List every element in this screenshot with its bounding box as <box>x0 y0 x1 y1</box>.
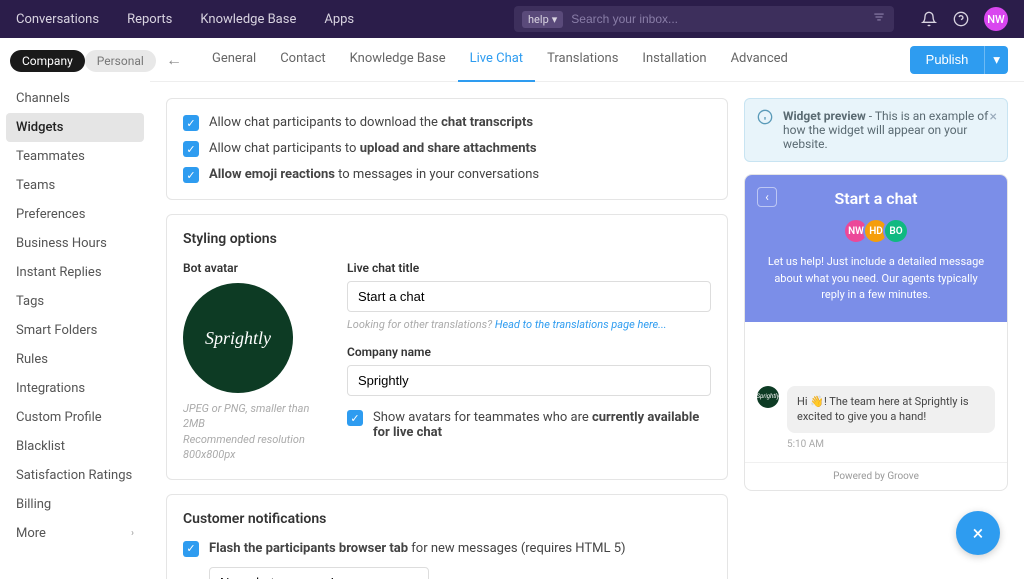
sidebar: Company Personal ChannelsWidgetsTeammate… <box>0 38 150 579</box>
checkbox[interactable]: ✓ <box>183 115 199 131</box>
help-icon[interactable] <box>952 10 970 28</box>
search-bar[interactable]: help ▾ <box>514 6 894 32</box>
sidebar-item-satisfaction-ratings[interactable]: Satisfaction Ratings <box>6 461 144 490</box>
sidebar-item-smart-folders[interactable]: Smart Folders <box>6 316 144 345</box>
tab-contact[interactable]: Contact <box>268 38 337 82</box>
sidebar-item-blacklist[interactable]: Blacklist <box>6 432 144 461</box>
publish-group: Publish ▾ <box>910 46 1008 74</box>
message-bubble: Hi 👋! The team here at Sprightly is exci… <box>787 386 995 433</box>
sidebar-item-more[interactable]: More› <box>6 519 144 548</box>
check-show-avatars: ✓ Show avatars for teammates who are cur… <box>347 410 711 440</box>
sidebar-item-channels[interactable]: Channels <box>6 84 144 113</box>
chat-options-card: ✓ Allow chat participants to download th… <box>166 98 728 200</box>
nav-knowledge-base[interactable]: Knowledge Base <box>200 12 296 27</box>
preview-notice: Widget preview - This is an example of h… <box>744 98 1008 162</box>
tab-general[interactable]: General <box>200 38 268 82</box>
checkbox[interactable]: ✓ <box>183 167 199 183</box>
sidebar-item-instant-replies[interactable]: Instant Replies <box>6 258 144 287</box>
bell-icon[interactable] <box>920 10 938 28</box>
filter-icon[interactable] <box>872 10 886 28</box>
bot-avatar-image[interactable]: Sprightly <box>183 283 293 393</box>
pill-personal[interactable]: Personal <box>85 50 156 72</box>
tab-knowledge-base[interactable]: Knowledge Base <box>338 38 458 82</box>
widget-back-button[interactable]: ‹ <box>757 187 777 207</box>
widget-body: Sprightly Hi 👋! The team here at Spright… <box>745 322 1007 462</box>
publish-button[interactable]: Publish <box>910 46 985 74</box>
bot-avatar-small: Sprightly <box>757 386 779 408</box>
check-flash-tab: ✓ Flash the participants browser tab for… <box>183 541 711 557</box>
checkbox[interactable]: ✓ <box>183 141 199 157</box>
nav-reports[interactable]: Reports <box>127 12 172 27</box>
sidebar-item-teammates[interactable]: Teammates <box>6 142 144 171</box>
pill-company[interactable]: Company <box>10 50 85 72</box>
message-time: 5:10 AM <box>787 439 995 450</box>
sidebar-item-custom-profile[interactable]: Custom Profile <box>6 403 144 432</box>
topbar: Conversations Reports Knowledge Base App… <box>0 0 1024 38</box>
chat-fab[interactable]: × <box>956 511 1000 555</box>
fields-col: Live chat title Looking for other transl… <box>347 261 711 463</box>
chevron-down-icon: ▾ <box>552 13 558 26</box>
publish-dropdown[interactable]: ▾ <box>984 46 1008 74</box>
sidebar-item-widgets[interactable]: Widgets <box>6 113 144 142</box>
sidebar-list: ChannelsWidgetsTeammatesTeamsPreferences… <box>6 84 144 548</box>
tab-advanced[interactable]: Advanced <box>719 38 800 82</box>
widget-header: ‹ Start a chat NW HD BO Let us help! Jus… <box>745 175 1007 322</box>
sidebar-item-billing[interactable]: Billing <box>6 490 144 519</box>
check-attachments: ✓ Allow chat participants to upload and … <box>183 141 711 157</box>
tab-translations[interactable]: Translations <box>535 38 630 82</box>
bot-avatar-col: Bot avatar Sprightly JPEG or PNG, smalle… <box>183 261 323 463</box>
flash-message-input[interactable] <box>209 567 429 579</box>
notifications-card: Customer notifications ✓ Flash the parti… <box>166 494 728 579</box>
check-transcripts: ✓ Allow chat participants to download th… <box>183 115 711 131</box>
widget-preview: ‹ Start a chat NW HD BO Let us help! Jus… <box>744 174 1008 491</box>
avatar-bo: BO <box>883 218 909 244</box>
styling-card: Styling options Bot avatar Sprightly JPE… <box>166 214 728 480</box>
company-name-label: Company name <box>347 345 711 359</box>
sidebar-item-business-hours[interactable]: Business Hours <box>6 229 144 258</box>
widget-footer: Powered by Groove <box>745 462 1007 490</box>
user-avatar[interactable]: NW <box>984 7 1008 31</box>
sidebar-item-integrations[interactable]: Integrations <box>6 374 144 403</box>
live-chat-title-label: Live chat title <box>347 261 711 275</box>
card-title: Styling options <box>183 231 711 247</box>
widget-subtitle: Let us help! Just include a detailed mes… <box>759 254 993 304</box>
sidebar-item-preferences[interactable]: Preferences <box>6 200 144 229</box>
check-emoji: ✓ Allow emoji reactions to messages in y… <box>183 167 711 183</box>
top-icons: NW <box>920 7 1008 31</box>
info-icon <box>757 109 773 128</box>
back-button[interactable]: ← <box>166 50 182 70</box>
tab-live-chat[interactable]: Live Chat <box>458 38 535 82</box>
chevron-right-icon: › <box>131 528 134 539</box>
company-name-input[interactable] <box>347 365 711 396</box>
top-nav: Conversations Reports Knowledge Base App… <box>16 12 354 27</box>
scope-toggle: Company Personal <box>6 50 144 72</box>
checkbox[interactable]: ✓ <box>347 410 363 426</box>
close-icon[interactable]: × <box>990 109 997 125</box>
widget-title: Start a chat <box>759 189 993 208</box>
sidebar-item-teams[interactable]: Teams <box>6 171 144 200</box>
translations-hint: Looking for other translations? Head to … <box>347 318 711 331</box>
sidebar-item-rules[interactable]: Rules <box>6 345 144 374</box>
widget-avatars: NW HD BO <box>759 218 993 244</box>
tabs-row: ← GeneralContactKnowledge BaseLive ChatT… <box>150 38 1024 82</box>
bot-avatar-label: Bot avatar <box>183 261 323 275</box>
help-badge[interactable]: help ▾ <box>522 11 563 28</box>
nav-apps[interactable]: Apps <box>324 12 354 27</box>
widget-message: Sprightly Hi 👋! The team here at Spright… <box>757 386 995 433</box>
avatar-hint: JPEG or PNG, smaller than 2MB Recommende… <box>183 401 323 463</box>
tabs: GeneralContactKnowledge BaseLive ChatTra… <box>200 38 800 82</box>
content-main: ✓ Allow chat participants to download th… <box>150 82 744 579</box>
checkbox[interactable]: ✓ <box>183 541 199 557</box>
sidebar-item-tags[interactable]: Tags <box>6 287 144 316</box>
card-title: Customer notifications <box>183 511 711 527</box>
main: ← GeneralContactKnowledge BaseLive ChatT… <box>150 38 1024 579</box>
nav-conversations[interactable]: Conversations <box>16 12 99 27</box>
search-input[interactable] <box>571 12 872 26</box>
tab-installation[interactable]: Installation <box>630 38 718 82</box>
preview-col: Widget preview - This is an example of h… <box>744 82 1024 579</box>
live-chat-title-input[interactable] <box>347 281 711 312</box>
translations-link[interactable]: Head to the translations page here... <box>495 318 667 331</box>
